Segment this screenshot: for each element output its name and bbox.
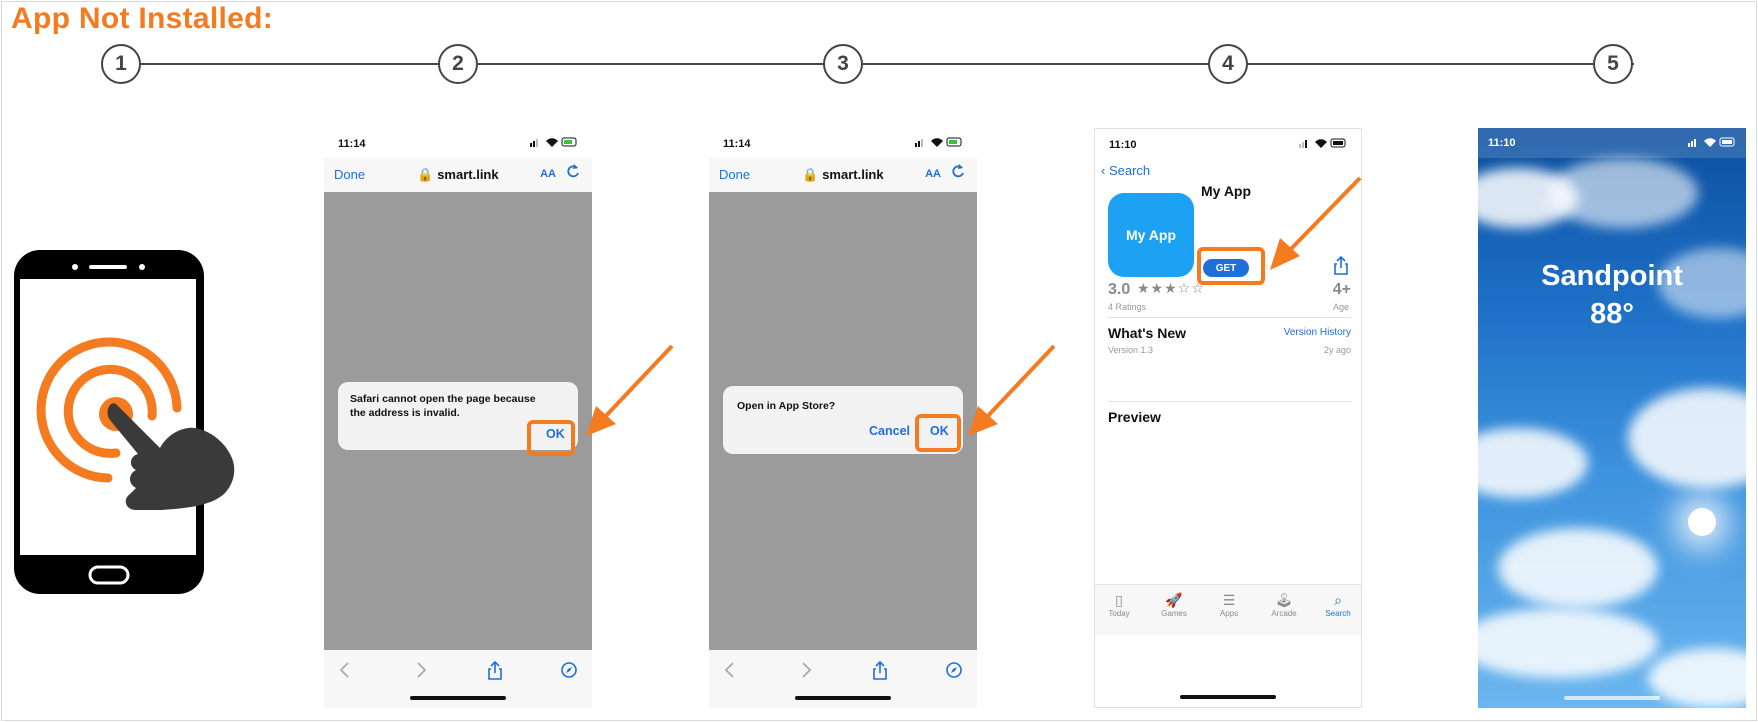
step-2-safari-screen: 11:14 Done 🔒 smart.link AA Safari cannot…	[324, 128, 592, 708]
step-5-badge: 5	[1593, 44, 1633, 84]
status-time: 11:10	[1109, 139, 1137, 151]
status-time: 11:14	[338, 138, 366, 150]
status-bar: 11:14	[709, 128, 977, 158]
tab-today[interactable]: ▯ Today	[1099, 591, 1139, 618]
share-icon[interactable]	[872, 660, 888, 685]
whats-new-heading: What's New	[1108, 325, 1187, 341]
ok-highlight-box	[915, 414, 961, 452]
safari-nav-bar: Done 🔒 smart.link AA	[324, 158, 592, 192]
today-icon: ▯	[1115, 592, 1123, 608]
cloud	[1628, 388, 1746, 488]
version-age: 2y ago	[1323, 345, 1351, 355]
joystick-icon: 🕹	[1275, 592, 1293, 608]
divider	[1108, 401, 1351, 402]
app-icon: My App	[1108, 193, 1194, 277]
phone-camera-dot	[72, 264, 78, 270]
search-icon: ⌕	[1334, 592, 1342, 608]
status-bar: 11:10	[1095, 129, 1361, 159]
divider	[1108, 317, 1351, 318]
layers-icon: ☰	[1222, 592, 1236, 608]
share-icon[interactable]	[487, 660, 503, 685]
compass-icon[interactable]	[560, 660, 578, 685]
status-icons	[915, 136, 963, 151]
phone-speaker	[89, 265, 127, 269]
back-arrow-icon[interactable]	[723, 660, 737, 685]
step-3-badge: 3	[823, 44, 863, 84]
tab-apps[interactable]: ☰ Apps	[1209, 591, 1249, 618]
forward-arrow-icon[interactable]	[799, 660, 813, 685]
reload-icon[interactable]	[566, 163, 580, 184]
diagram-title: App Not Installed:	[11, 2, 274, 35]
home-indicator	[410, 696, 506, 700]
ratings-count: 4 Ratings	[1108, 302, 1147, 312]
status-time: 11:14	[723, 138, 751, 150]
tab-bar: ▯ Today 🚀 Games ☰ Apps 🕹 Arcade ⌕ Search	[1095, 584, 1361, 635]
preview-heading: Preview	[1108, 409, 1161, 425]
status-time: 11:10	[1488, 137, 1516, 149]
home-indicator	[1564, 696, 1660, 700]
home-indicator	[1180, 695, 1276, 699]
tab-arcade[interactable]: 🕹 Arcade	[1264, 591, 1304, 618]
cloud	[1648, 648, 1746, 708]
back-button[interactable]: ‹ Search	[1101, 163, 1150, 178]
step-3-safari-screen: 11:14 Done 🔒 smart.link AA Open in App S…	[709, 128, 977, 708]
ok-highlight-box	[527, 420, 575, 456]
get-highlight-box	[1197, 247, 1265, 285]
age-label: Age	[1332, 302, 1349, 312]
version-history-link[interactable]: Version History	[1284, 327, 1351, 338]
cloud	[1548, 158, 1698, 228]
rating-score: 3.0	[1108, 281, 1131, 298]
tab-games[interactable]: 🚀 Games	[1154, 591, 1194, 618]
alert-message: Open in App Store?	[737, 400, 836, 412]
back-arrow-icon[interactable]	[338, 660, 352, 685]
phone-sensor-dot	[139, 264, 145, 270]
pointer-arrow-icon	[586, 344, 674, 436]
back-label: Search	[1108, 163, 1151, 178]
rating-stars: ★★★☆☆	[1137, 280, 1205, 296]
cloud	[1478, 608, 1658, 678]
rocket-icon: 🚀	[1165, 592, 1183, 608]
home-indicator	[795, 696, 891, 700]
compass-icon[interactable]	[945, 660, 963, 685]
pointer-arrow-icon	[968, 344, 1056, 436]
temperature: 88°	[1590, 298, 1634, 330]
phone-tap-illustration	[14, 250, 235, 594]
step-4-badge: 4	[1208, 44, 1248, 84]
status-icons	[530, 136, 578, 151]
pointer-arrow-icon	[1270, 176, 1362, 270]
city-name: Sandpoint	[1541, 260, 1683, 292]
safari-nav-bar: Done 🔒 smart.link AA	[709, 158, 977, 192]
url-text: smart.link	[437, 167, 499, 182]
cloud	[1498, 528, 1658, 608]
app-name: My App	[1201, 183, 1252, 199]
status-bar: 11:14	[324, 128, 592, 158]
cloud	[1478, 428, 1588, 498]
text-size-button[interactable]: AA	[540, 168, 556, 180]
text-size-button[interactable]: AA	[925, 168, 941, 180]
status-bar: 11:10	[1478, 128, 1746, 158]
step-5-weather-app-screen: 11:10 Sandpoint 88°	[1478, 128, 1746, 708]
version-number: Version 1.3	[1108, 345, 1154, 355]
forward-arrow-icon[interactable]	[414, 660, 428, 685]
alert-cancel-button[interactable]: Cancel	[869, 424, 910, 438]
step-1-badge: 1	[101, 44, 141, 84]
sun-icon	[1688, 508, 1716, 536]
status-icons	[1688, 136, 1736, 151]
tab-search[interactable]: ⌕ Search	[1318, 591, 1358, 618]
status-icons	[1299, 137, 1347, 152]
url-text: smart.link	[822, 167, 884, 182]
step-connector-line	[122, 63, 1634, 65]
age-rating: 4+	[1332, 281, 1351, 298]
step-2-badge: 2	[438, 44, 478, 84]
reload-icon[interactable]	[951, 163, 965, 184]
alert-message: Safari cannot open the page because the …	[350, 393, 536, 419]
